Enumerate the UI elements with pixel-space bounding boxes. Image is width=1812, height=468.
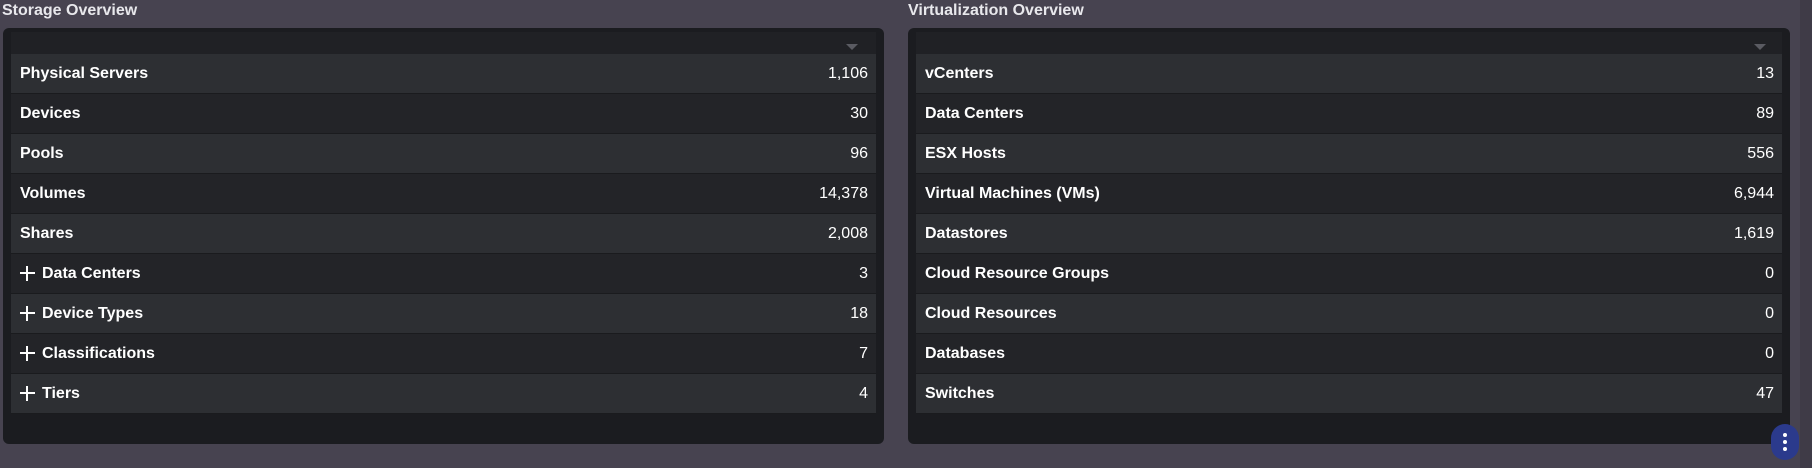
row-value: 7: [859, 345, 868, 362]
row-label: Databases: [925, 345, 1006, 362]
storage-overview-title: Storage Overview: [2, 2, 138, 19]
table-row: Pools 96: [11, 134, 876, 174]
plus-icon[interactable]: [20, 346, 35, 361]
row-value: 96: [850, 145, 868, 162]
table-row: Databases 0: [916, 334, 1782, 374]
row-value: 3: [859, 265, 868, 282]
row-label: Devices: [20, 105, 81, 122]
row-label: Virtual Machines (VMs): [925, 185, 1100, 202]
row-value: 2,008: [827, 225, 868, 242]
page-scrollbar[interactable]: [1800, 0, 1812, 468]
row-label: Shares: [20, 225, 74, 242]
row-value: 13: [1756, 65, 1774, 82]
row-value: 4: [859, 385, 868, 402]
row-label: vCenters: [925, 65, 994, 82]
row-label: Device Types: [42, 305, 144, 322]
row-value: 556: [1747, 145, 1774, 162]
storage-table-body: Physical Servers 1,106 Devices 30 Pools 96 Vol…: [11, 54, 876, 414]
row-label: ESX Hosts: [925, 145, 1006, 162]
storage-table-header[interactable]: [11, 32, 876, 54]
row-label: Switches: [925, 385, 995, 402]
table-row: Cloud Resource Groups 0: [916, 254, 1782, 294]
table-row: Switches 47: [916, 374, 1782, 414]
row-label: Physical Servers: [20, 65, 149, 82]
more-vertical-icon: [1783, 447, 1787, 451]
row-value: 6,944: [1733, 185, 1774, 202]
table-row: Cloud Resources 0: [916, 294, 1782, 334]
row-label: Datastores: [925, 225, 1008, 242]
table-row[interactable]: Tiers 4: [11, 374, 876, 414]
plus-icon[interactable]: [20, 386, 35, 401]
table-row: Data Centers 89: [916, 94, 1782, 134]
row-value: 0: [1765, 265, 1774, 282]
virtualization-table-header[interactable]: [916, 32, 1782, 54]
table-row: Shares 2,008: [11, 214, 876, 254]
chevron-down-icon[interactable]: [846, 44, 858, 50]
row-value: 0: [1765, 305, 1774, 322]
row-label: Data Centers: [42, 265, 141, 282]
table-row: ESX Hosts 556: [916, 134, 1782, 174]
plus-icon[interactable]: [20, 306, 35, 321]
virtualization-overview-section: Virtualization Overview vCenters 13 Data C…: [905, 0, 1800, 468]
table-row[interactable]: Device Types 18: [11, 294, 876, 334]
row-label: Cloud Resources: [925, 305, 1057, 322]
row-value: 0: [1765, 345, 1774, 362]
row-label: Cloud Resource Groups: [925, 265, 1110, 282]
row-label: Classifications: [42, 345, 155, 362]
row-label: Volumes: [20, 185, 86, 202]
more-vertical-icon: [1783, 440, 1787, 444]
row-value: 18: [850, 305, 868, 322]
more-options-button[interactable]: [1771, 424, 1799, 460]
virtualization-table-body: vCenters 13 Data Centers 89 ESX Hosts 556 Virt…: [916, 54, 1782, 414]
plus-icon[interactable]: [20, 266, 35, 281]
more-vertical-icon: [1783, 433, 1787, 437]
storage-overview-panel: Physical Servers 1,106 Devices 30 Pools 96 Vol…: [3, 28, 884, 444]
row-value: 47: [1756, 385, 1774, 402]
row-label: Tiers: [42, 385, 80, 402]
table-row: Datastores 1,619: [916, 214, 1782, 254]
row-value: 1,106: [827, 65, 868, 82]
row-value: 89: [1756, 105, 1774, 122]
row-value: 1,619: [1733, 225, 1774, 242]
virtualization-overview-title: Virtualization Overview: [908, 2, 1084, 19]
table-row: Physical Servers 1,106: [11, 54, 876, 94]
table-row: Volumes 14,378: [11, 174, 876, 214]
storage-overview-section: Storage Overview Physical Servers 1,106 De…: [0, 0, 890, 468]
row-label: Pools: [20, 145, 64, 162]
table-row: Virtual Machines (VMs) 6,944: [916, 174, 1782, 214]
chevron-down-icon[interactable]: [1754, 44, 1766, 50]
row-value: 30: [850, 105, 868, 122]
virtualization-overview-panel: vCenters 13 Data Centers 89 ESX Hosts 556 Virt…: [908, 28, 1790, 444]
table-row[interactable]: Data Centers 3: [11, 254, 876, 294]
row-value: 14,378: [819, 185, 868, 202]
table-row: Devices 30: [11, 94, 876, 134]
row-label: Data Centers: [925, 105, 1024, 122]
table-row[interactable]: Classifications 7: [11, 334, 876, 374]
table-row: vCenters 13: [916, 54, 1782, 94]
